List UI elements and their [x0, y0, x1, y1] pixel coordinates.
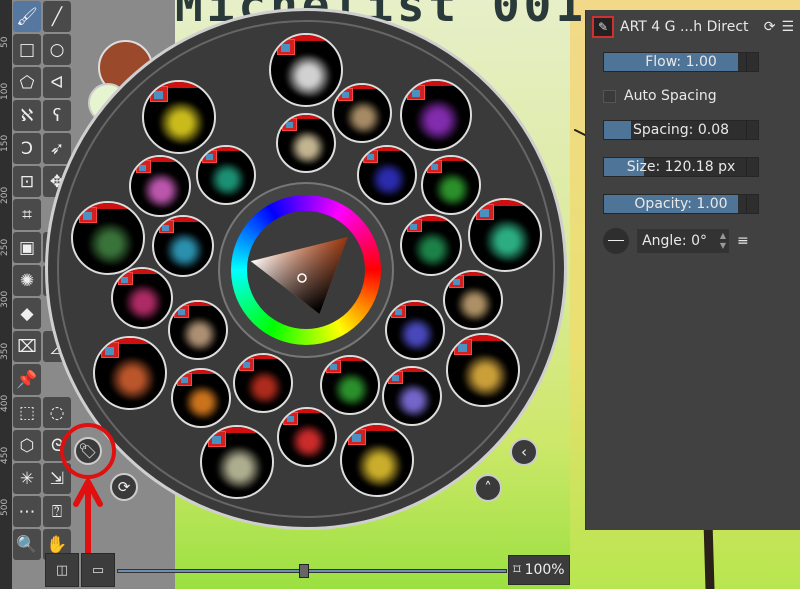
tool-polyline[interactable]: ᐊ: [43, 67, 71, 98]
chevron-left-icon: ‹: [521, 443, 527, 461]
tool-freehand-path[interactable]: ʕ: [43, 100, 71, 131]
tool-bezier-select[interactable]: ⋯: [13, 496, 41, 527]
chevron-up-icon: ˄: [484, 479, 492, 497]
brush-preset[interactable]: [340, 423, 414, 497]
brush-preset[interactable]: [276, 113, 336, 173]
zoom-level: 100%: [524, 562, 565, 578]
angle-dial[interactable]: [603, 228, 629, 254]
ruler-tick: 350: [0, 342, 10, 360]
brush-preset-icon[interactable]: ✎: [592, 16, 614, 38]
brush-preset[interactable]: [357, 145, 417, 205]
ruler-tick: 100: [0, 82, 10, 100]
spacing-slider[interactable]: Spacing: 0.08: [603, 120, 759, 140]
brush-preset[interactable]: [382, 366, 442, 426]
zoom-level-button[interactable]: ⌑ 100%: [508, 555, 570, 585]
tool-ellipse-select[interactable]: ◌: [43, 397, 71, 428]
saturation-value-triangle[interactable]: [250, 212, 362, 324]
brush-preset[interactable]: [71, 201, 145, 275]
tool-measure-assistant[interactable]: ⌧: [13, 331, 41, 362]
bottom-bar: ◫ ▭ ⌑ 100%: [45, 553, 575, 589]
annotation-red-arrow: [73, 478, 103, 556]
ruler-tick: 50: [0, 36, 10, 48]
tool-freehand-brush[interactable]: 🖌: [13, 1, 41, 32]
fit-icon: ⌑: [513, 562, 521, 578]
zoom-slider[interactable]: [117, 569, 507, 573]
collapse-button[interactable]: ‹: [510, 438, 538, 466]
angle-spinbox[interactable]: Angle: 0° ▲ ▼: [637, 229, 729, 253]
tool-dynamic-brush[interactable]: Ͻ: [13, 133, 41, 164]
brush-preset[interactable]: [168, 300, 228, 360]
brush-preset[interactable]: [200, 425, 274, 499]
brush-preset[interactable]: [468, 198, 542, 272]
brush-preset[interactable]: [171, 368, 231, 428]
auto-spacing-label: Auto Spacing: [624, 88, 717, 104]
brush-preset[interactable]: [332, 83, 392, 143]
tool-multibrush[interactable]: ➶: [43, 133, 71, 164]
tool-bezier[interactable]: ℵ: [13, 100, 41, 131]
reset-rotation-button[interactable]: ⟳: [110, 473, 138, 501]
brush-preset[interactable]: [400, 79, 472, 151]
brush-preset[interactable]: [385, 300, 445, 360]
tool-transform[interactable]: ⊡: [13, 166, 41, 197]
spacing-fill: [604, 121, 631, 139]
menu-icon[interactable]: ≡: [737, 233, 749, 249]
tool-line[interactable]: ╱: [43, 1, 71, 32]
brush-settings-panel: ✎ ART 4 G ...h Direct ⟳ ☰ Flow: 1.00 Aut…: [585, 10, 800, 530]
reset-icon: ⟳: [117, 478, 131, 496]
brush-preset[interactable]: [93, 336, 167, 410]
tool-contiguous-select[interactable]: ✳: [13, 463, 41, 494]
show-more-button[interactable]: ˄: [474, 474, 502, 502]
tool-ellipse[interactable]: ○: [43, 34, 71, 65]
brush-preset[interactable]: [446, 333, 520, 407]
ruler-tick: 500: [0, 498, 10, 516]
zoom-slider-handle[interactable]: [299, 564, 310, 578]
brush-preset[interactable]: [400, 214, 462, 276]
brush-preset[interactable]: [443, 270, 503, 330]
brush-preset[interactable]: [320, 355, 380, 415]
preset-name: ART 4 G ...h Direct: [620, 19, 749, 35]
tool-zoom[interactable]: 🔍: [13, 529, 41, 560]
brush-preset[interactable]: [277, 407, 337, 467]
tool-polygon-select[interactable]: ⬡: [13, 430, 41, 461]
tool-gradient[interactable]: ▣: [13, 232, 41, 263]
opacity-slider[interactable]: Opacity: 1.00: [603, 194, 759, 214]
reload-icon[interactable]: ⟳: [764, 19, 776, 35]
size-slider[interactable]: Size: 120.18 px: [603, 157, 759, 177]
brush-preset[interactable]: [196, 145, 256, 205]
tool-polygon[interactable]: ⬠: [13, 67, 41, 98]
brush-preset[interactable]: [111, 267, 173, 329]
ruler-tick: 250: [0, 238, 10, 256]
ruler-tick: 200: [0, 186, 10, 204]
tool-fill[interactable]: ◆: [13, 298, 41, 329]
tool-crop[interactable]: ⌗: [13, 199, 41, 230]
ruler-tick: 450: [0, 446, 10, 464]
tool-smart-patch[interactable]: ✺: [13, 265, 41, 296]
brush-preset[interactable]: [233, 353, 293, 413]
flow-slider[interactable]: Flow: 1.00: [603, 52, 759, 72]
settings-sliders-icon[interactable]: ☰: [781, 19, 794, 35]
brush-preset[interactable]: [142, 80, 216, 154]
ruler-tick: 400: [0, 394, 10, 412]
ruler-tick: 150: [0, 134, 10, 152]
brush-preset[interactable]: [421, 155, 481, 215]
auto-spacing-checkbox[interactable]: Auto Spacing: [603, 88, 800, 104]
wrap-around-button[interactable]: ▭: [81, 553, 115, 587]
tool-magnetic-select[interactable]: ⍰: [43, 496, 71, 527]
ruler-tick: 300: [0, 290, 10, 308]
vertical-ruler: 50 100 150 200 250 300 350 400 450 500: [0, 0, 12, 589]
tool-rect-select[interactable]: ⬚: [13, 397, 41, 428]
mirror-view-button[interactable]: ◫: [45, 553, 79, 587]
tool-rectangle[interactable]: □: [13, 34, 41, 65]
tool-reference[interactable]: 📌: [13, 364, 41, 395]
brush-preset[interactable]: [269, 33, 343, 107]
annotation-red-circle: [60, 423, 116, 479]
brush-preset[interactable]: [152, 215, 214, 277]
